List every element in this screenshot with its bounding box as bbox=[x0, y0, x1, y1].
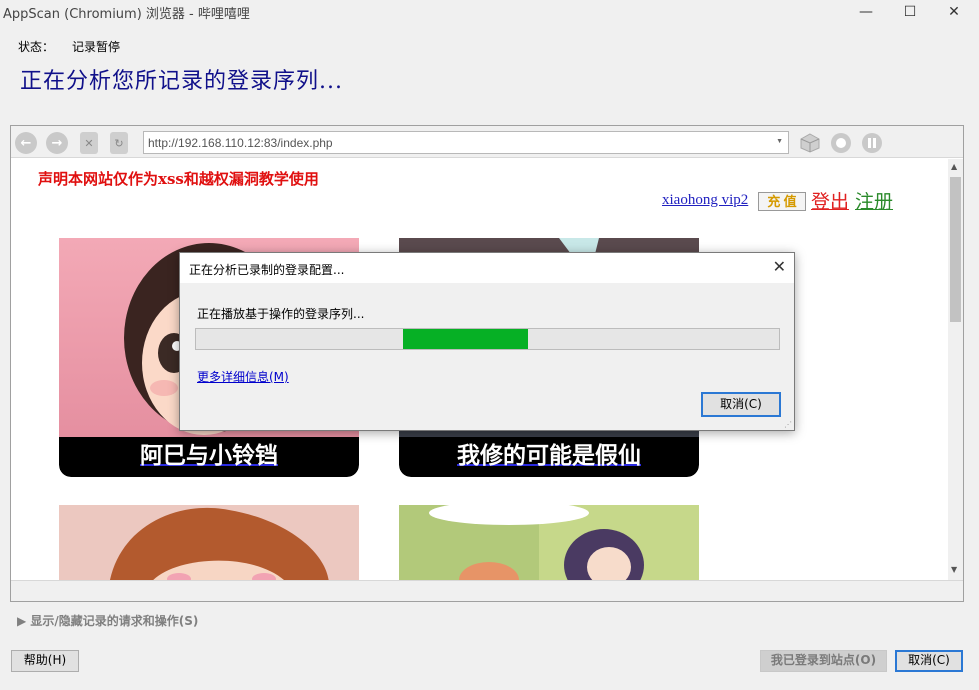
browser-toolbar: ← → ✕ ↻ http://192.168.110.12:83/index.p… bbox=[11, 126, 963, 158]
close-icon[interactable]: ✕ bbox=[773, 257, 786, 276]
dialog-message: 正在播放基于操作的登录序列... bbox=[197, 307, 365, 321]
register-link[interactable]: 注册 bbox=[855, 187, 893, 214]
recharge-button[interactable]: 充 值 bbox=[758, 192, 806, 211]
cube-icon[interactable] bbox=[799, 132, 821, 154]
refresh-icon[interactable]: ↻ bbox=[110, 132, 128, 154]
url-text: http://192.168.110.12:83/index.php bbox=[148, 136, 333, 150]
site-notice: 声明本网站仅作为xss和越权漏洞教学使用 bbox=[38, 170, 319, 188]
window-title: AppScan (Chromium) 浏览器 - 哔哩嘻哩 bbox=[3, 7, 250, 22]
help-button[interactable]: 帮助(H) bbox=[11, 650, 79, 672]
username-link[interactable]: xiaohong vip2 bbox=[662, 192, 748, 209]
comic-title-bar: 阿巳与小铃铛 bbox=[59, 437, 359, 477]
back-arrow-icon[interactable]: ← bbox=[15, 132, 37, 154]
comic-card[interactable] bbox=[399, 505, 699, 580]
comic-title[interactable]: 阿巳与小铃铛 bbox=[140, 442, 278, 469]
vertical-scrollbar[interactable]: ▲ ▼ bbox=[948, 159, 963, 580]
forward-arrow-icon[interactable]: → bbox=[46, 132, 68, 154]
scrollbar-thumb[interactable] bbox=[950, 177, 961, 322]
cancel-button[interactable]: 取消(C) bbox=[895, 650, 963, 672]
toggle-label: 显示/隐藏记录的请求和操作(S) bbox=[30, 614, 199, 628]
analysis-dialog: 正在分析已录制的登录配置... ✕ 正在播放基于操作的登录序列... 更多详细信… bbox=[179, 252, 795, 431]
comic-cover-image bbox=[399, 505, 699, 580]
more-details-link[interactable]: 更多详细信息(M) bbox=[197, 368, 289, 385]
comic-card[interactable] bbox=[59, 505, 359, 580]
maximize-button[interactable]: ☐ bbox=[887, 0, 933, 24]
logout-link[interactable]: 登出 bbox=[811, 187, 849, 214]
logged-in-button[interactable]: 我已登录到站点(O) bbox=[760, 650, 887, 672]
window-close-button[interactable]: ✕ bbox=[931, 0, 977, 24]
chevron-down-icon[interactable]: ▼ bbox=[776, 138, 783, 145]
comic-title[interactable]: 我修的可能是假仙 bbox=[457, 442, 641, 469]
window-titlebar: AppScan (Chromium) 浏览器 - 哔哩嘻哩 — ☐ ✕ bbox=[0, 0, 979, 24]
comic-title-bar: 我修的可能是假仙 bbox=[399, 437, 699, 477]
record-icon[interactable] bbox=[830, 132, 852, 154]
status-line: 状态： 记录暂停 bbox=[18, 38, 120, 55]
scroll-up-arrow-icon[interactable]: ▲ bbox=[951, 162, 957, 171]
browser-status-strip bbox=[11, 580, 963, 601]
dialog-title: 正在分析已录制的登录配置... bbox=[189, 263, 345, 277]
progress-fill bbox=[402, 329, 529, 349]
scroll-down-arrow-icon[interactable]: ▼ bbox=[951, 565, 957, 574]
progress-bar bbox=[195, 328, 780, 350]
resize-grip-icon[interactable]: ⋰ bbox=[784, 420, 792, 429]
triangle-right-icon: ▶ bbox=[17, 614, 31, 628]
minimize-button[interactable]: — bbox=[843, 0, 889, 24]
pause-icon[interactable] bbox=[861, 132, 883, 154]
dialog-cancel-button[interactable]: 取消(C) bbox=[701, 392, 781, 417]
page-headline: 正在分析您所记录的登录序列... bbox=[20, 69, 343, 94]
comic-cover-image bbox=[59, 505, 359, 580]
stop-icon[interactable]: ✕ bbox=[80, 132, 98, 154]
toggle-requests[interactable]: ▶ 显示/隐藏记录的请求和操作(S) bbox=[17, 612, 198, 629]
status-value: 记录暂停 bbox=[72, 40, 121, 54]
status-label: 状态： bbox=[18, 40, 55, 54]
url-field[interactable]: http://192.168.110.12:83/index.php ▼ bbox=[143, 131, 789, 154]
dialog-titlebar: 正在分析已录制的登录配置... ✕ bbox=[180, 253, 794, 283]
